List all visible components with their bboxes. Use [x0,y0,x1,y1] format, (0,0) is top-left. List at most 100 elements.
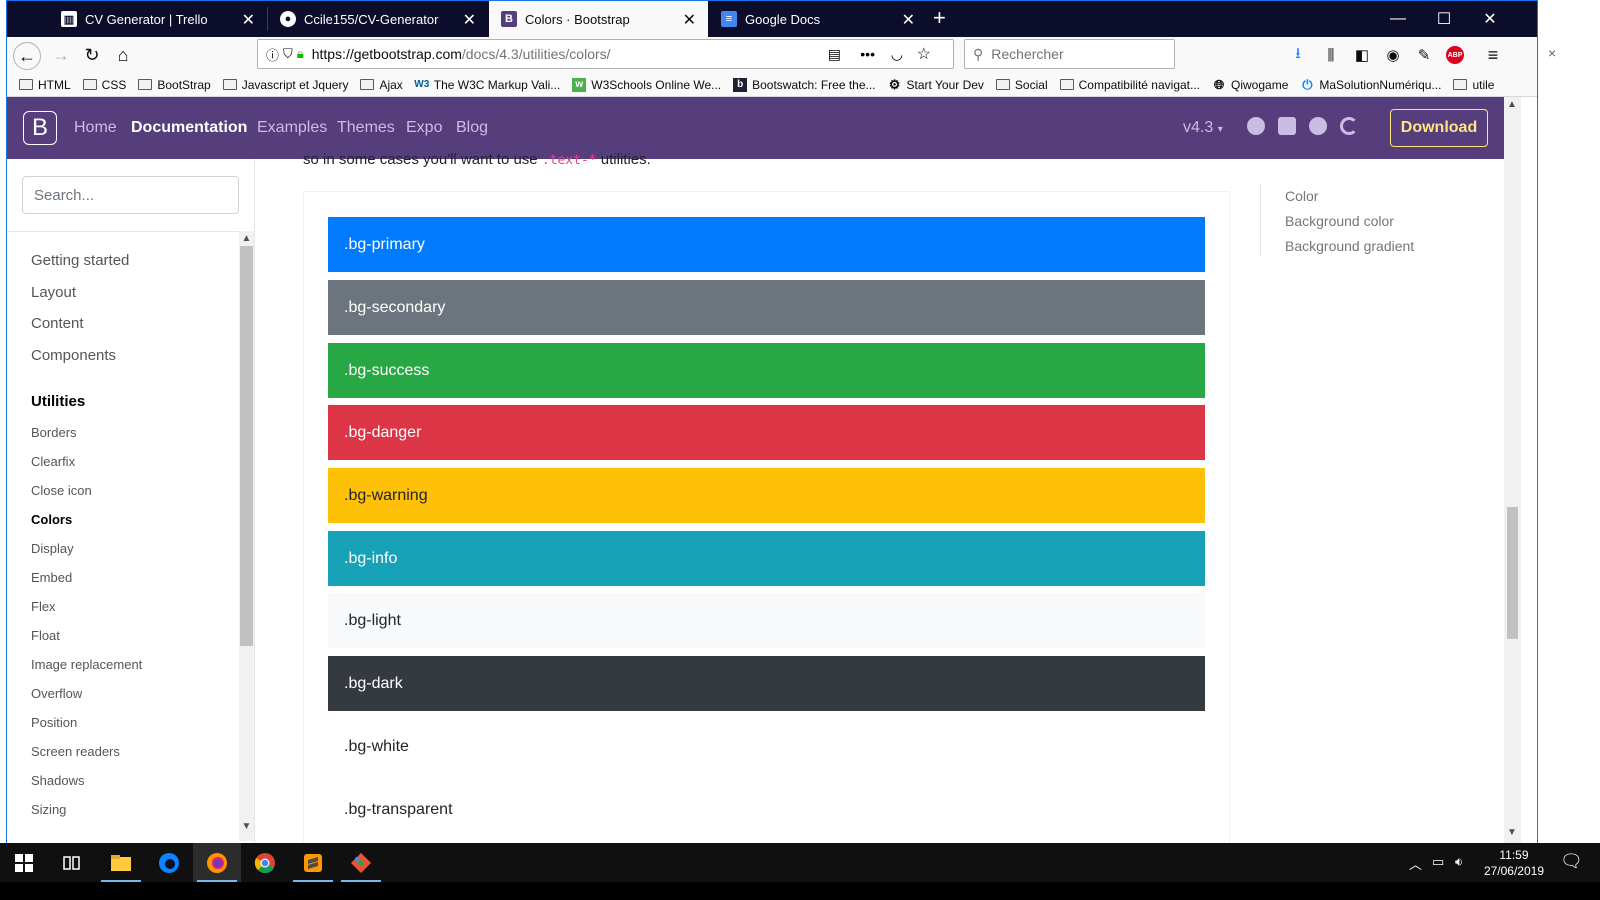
sidebar-group[interactable]: Getting started [31,252,129,269]
account-icon[interactable]: ◉ [1381,43,1405,67]
sidebar-item[interactable]: Close icon [31,483,92,498]
nav-themes[interactable]: Themes [337,119,395,137]
reload-icon[interactable]: ↻ [79,43,105,67]
sidebar-item[interactable]: Borders [31,425,77,440]
sidebar-icon[interactable]: ◧ [1350,43,1374,67]
version-dropdown[interactable]: v4.3 ▾ [1183,119,1223,137]
close-tab-icon[interactable]: ✕ [242,10,255,30]
adblock-icon[interactable]: ABP [1443,43,1467,67]
sidebar-item[interactable]: Overflow [31,686,82,701]
downloads-icon[interactable]: ⭳ [1286,43,1310,67]
home-icon[interactable]: ⌂ [110,43,136,67]
nav-expo[interactable]: Expo [406,119,442,137]
windows-start-icon[interactable] [0,843,48,882]
download-button[interactable]: Download [1390,109,1488,147]
bookmark-folder[interactable]: Ajax [360,78,403,92]
nav-blog[interactable]: Blog [456,119,488,137]
bookmark-folder[interactable]: utile [1453,78,1494,92]
minimize-icon[interactable]: ― [1375,1,1421,37]
pocket-icon[interactable]: ◡ [891,46,903,63]
sidebar-item-active[interactable]: Colors [31,512,72,527]
notifications-icon[interactable]: 🗨︎ [1560,851,1583,872]
close-window-icon[interactable]: ✕ [1467,1,1513,37]
bookmark-link[interactable]: 🌐︎ Qiwogame [1212,77,1289,92]
library-icon[interactable]: ⫼ [1319,43,1343,67]
more-actions-icon[interactable]: ••• [860,46,875,62]
close-tab-icon[interactable]: ✕ [463,10,476,30]
git-icon[interactable] [337,843,385,882]
close-tab-icon[interactable]: ✕ [902,10,915,30]
eyedropper-icon[interactable]: ✎ [1412,43,1436,67]
docs-search-input[interactable]: Search... [22,176,239,214]
chevron-up-icon[interactable]: ︿ [1409,854,1422,873]
bookmark-folder[interactable]: HTML [19,78,71,92]
sidebar-item[interactable]: Float [31,628,60,643]
tab-google-docs[interactable]: ≡ Google Docs ✕ [709,1,927,37]
sidebar-group[interactable]: Content [31,315,84,332]
toc-link[interactable]: Background gradient [1285,238,1414,254]
chrome-icon[interactable] [241,843,289,882]
maximize-icon[interactable]: ☐ [1421,1,1467,37]
sublime-text-icon[interactable] [289,843,337,882]
sidebar-group-active[interactable]: Utilities [31,393,85,410]
firefox-dev-icon[interactable] [145,843,193,882]
page-scroll-thumb[interactable] [1507,507,1518,639]
system-clock[interactable]: 11:59 27/06/2019 [1484,847,1544,879]
back-icon[interactable]: ← [13,42,41,70]
forward-icon[interactable]: → [48,43,74,67]
bookmark-folder[interactable]: Javascript et Jquery [222,78,348,92]
sidebar-item[interactable]: Display [31,541,74,556]
new-tab-button[interactable]: + [933,5,946,31]
nav-examples[interactable]: Examples [257,119,327,137]
volume-icon[interactable]: 🔉︎ [1455,854,1463,870]
toc-link[interactable]: Background color [1285,213,1394,229]
reader-view-icon[interactable]: ▤ [828,46,841,63]
sidebar-group[interactable]: Components [31,347,116,364]
menu-icon[interactable]: ≡ [1481,43,1505,67]
tab-bootstrap[interactable]: B Colors · Bootstrap ✕ [489,1,708,37]
bootstrap-logo[interactable]: B [23,111,57,145]
bookmark-link[interactable]: b Bootswatch: Free the... [733,77,876,92]
nav-documentation[interactable]: Documentation [131,119,247,137]
sidebar-item[interactable]: Flex [31,599,56,614]
sidebar-group[interactable]: Layout [31,284,76,301]
bookmark-link[interactable]: ⚙ Start Your Dev [888,77,984,92]
bookmark-folder[interactable]: Social [995,78,1048,92]
page-scrollbar[interactable]: ▲ ▼ [1504,97,1521,859]
sidebar-scrollbar[interactable] [239,231,254,841]
tab-trello[interactable]: ▥ CV Generator | Trello ✕ [49,1,267,37]
bookmark-folder[interactable]: BootStrap [138,78,211,92]
github-icon[interactable] [1247,117,1265,135]
slack-icon[interactable] [1309,117,1327,135]
task-view-icon[interactable] [48,843,96,882]
firefox-icon[interactable] [193,843,241,882]
tab-github[interactable]: ● Ccile155/CV-Generator ✕ [268,1,488,37]
bookmark-link[interactable]: W3 The W3C Markup Vali... [414,78,560,92]
scroll-down-icon[interactable]: ▼ [239,819,254,834]
bookmark-folder[interactable]: CSS [82,78,126,92]
sidebar-item[interactable]: Embed [31,570,72,585]
bookmark-folder[interactable]: Compatibilité navigat... [1059,78,1200,92]
network-icon[interactable]: ▭ [1432,854,1444,870]
close-tab-icon[interactable]: ✕ [683,10,696,30]
shield-icon[interactable]: ⛉ [283,46,293,62]
bookmark-link[interactable]: ⏻ MaSolutionNumériqu... [1300,77,1441,92]
twitter-icon[interactable] [1278,117,1296,135]
sidebar-item[interactable]: Screen readers [31,744,120,759]
scroll-down-icon[interactable]: ▼ [1507,827,1517,838]
sidebar-item[interactable]: Shadows [31,773,84,788]
sidebar-item[interactable]: Position [31,715,77,730]
lock-icon[interactable]: 🔒︎ [297,46,304,62]
bookmark-link[interactable]: w W3Schools Online We... [572,77,721,92]
scroll-up-icon[interactable]: ▲ [1507,99,1517,110]
opencollective-icon[interactable] [1340,117,1358,135]
url-text[interactable]: https://getbootstrap.com/docs/4.3/utilit… [312,46,611,62]
sidebar-item[interactable]: Clearfix [31,454,75,469]
scroll-up-icon[interactable]: ▲ [239,231,254,246]
search-input[interactable]: ⚲ Rechercher [964,39,1175,69]
file-explorer-icon[interactable] [97,843,145,882]
sidebar-item[interactable]: Sizing [31,802,66,817]
nav-home[interactable]: Home [74,119,117,137]
info-icon[interactable]: ⓘ [266,45,279,64]
toc-link[interactable]: Color [1285,188,1318,204]
